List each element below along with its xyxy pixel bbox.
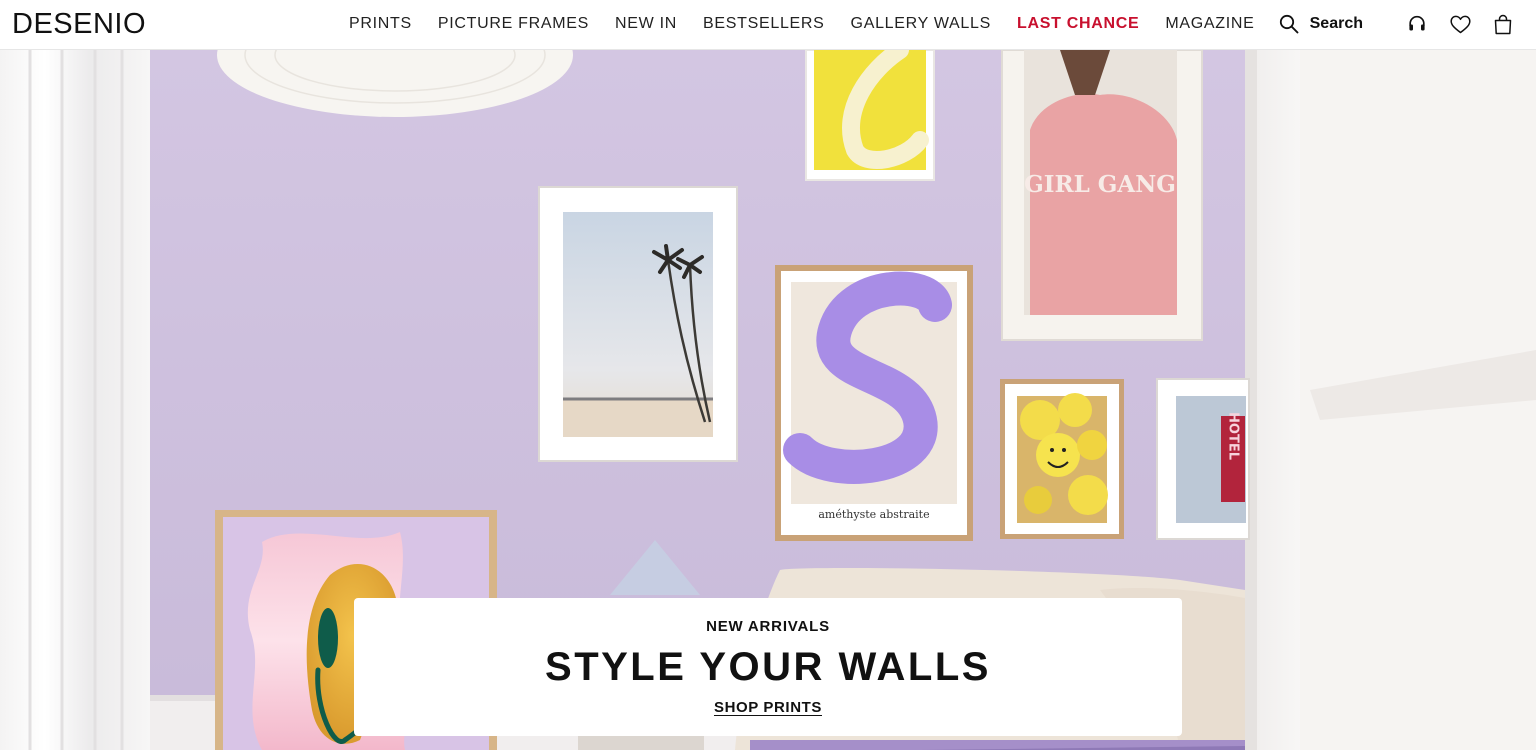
cart-button[interactable] (1492, 13, 1514, 35)
nav-item-new-in[interactable]: NEW IN (615, 15, 677, 33)
header-utilities: Search (1279, 0, 1514, 48)
site-logo[interactable]: DESENIO (12, 7, 146, 41)
promo-title: STYLE YOUR WALLS (545, 645, 991, 689)
nav-item-magazine[interactable]: MAGAZINE (1165, 15, 1254, 33)
nav-item-last-chance[interactable]: LAST CHANCE (1017, 15, 1139, 33)
hero-promo-card: NEW ARRIVALS STYLE YOUR WALLS SHOP PRINT… (354, 598, 1182, 736)
promo-eyebrow: NEW ARRIVALS (706, 618, 830, 635)
heart-icon (1449, 15, 1471, 33)
bag-icon (1494, 14, 1512, 34)
site-header: DESENIO PRINTS PICTURE FRAMES NEW IN BES… (0, 0, 1536, 50)
nav-item-gallery-walls[interactable]: GALLERY WALLS (851, 15, 991, 33)
shop-prints-link[interactable]: SHOP PRINTS (714, 699, 822, 716)
wishlist-button[interactable] (1449, 13, 1471, 35)
search-button[interactable]: Search (1279, 14, 1363, 34)
headset-icon (1409, 15, 1425, 31)
nav-item-bestsellers[interactable]: BESTSELLERS (703, 15, 825, 33)
search-label: Search (1309, 15, 1363, 32)
nav-item-prints[interactable]: PRINTS (349, 15, 412, 33)
poster-text-abstract: améthyste abstraite (818, 508, 929, 521)
nav-item-picture-frames[interactable]: PICTURE FRAMES (438, 15, 589, 33)
shop-prints-link-wrap: SHOP PRINTS (354, 699, 1182, 716)
main-nav: PRINTS PICTURE FRAMES NEW IN BESTSELLERS… (349, 0, 1255, 48)
search-icon (1279, 14, 1299, 34)
hero-banner[interactable]: GIRL GANG améthyste abstraite HOTEL NEW … (0, 50, 1536, 750)
poster-text-jacket: GIRL GANG (1024, 171, 1176, 198)
customer-service-button[interactable] (1406, 13, 1428, 35)
poster-text-hotel: HOTEL (1226, 412, 1241, 460)
